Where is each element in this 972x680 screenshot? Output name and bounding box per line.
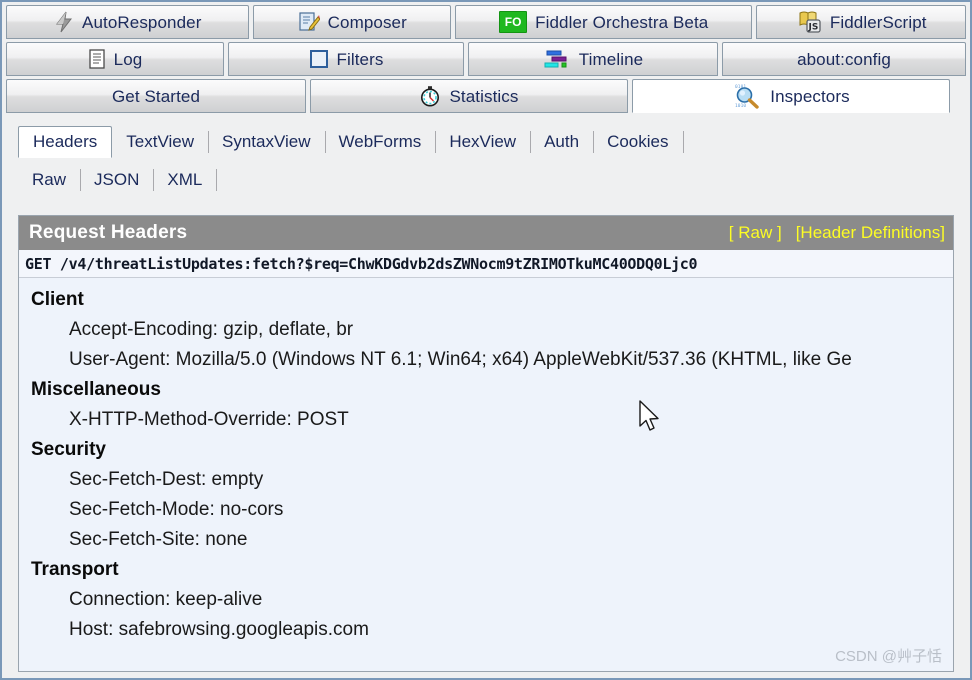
subtab-label: Headers	[33, 132, 98, 151]
header-item: Connection: keep-alive	[69, 589, 263, 610]
log-document-icon	[88, 48, 106, 70]
header-item: Host: safebrowsing.googleapis.com	[69, 619, 369, 640]
headers-actions: [ Raw ] [Header Definitions]	[729, 223, 945, 243]
header-item: User-Agent: Mozilla/5.0 (Windows NT 6.1;…	[69, 349, 852, 370]
header-group-title: Transport	[31, 559, 119, 580]
tab-autoresponder[interactable]: AutoResponder	[6, 5, 250, 39]
subtab-label: HexView	[449, 132, 517, 151]
subtab-label: Cookies	[607, 132, 669, 151]
header-item: X-HTTP-Method-Override: POST	[69, 409, 349, 430]
timeline-bars-icon	[543, 48, 571, 70]
tab-label: Composer	[327, 12, 407, 32]
tab-label: Statistics	[449, 86, 519, 106]
subtab-label: SyntaxView	[221, 132, 311, 151]
tab-label: about:config	[797, 49, 891, 69]
tab-label: Timeline	[578, 49, 644, 69]
main-tab-row-1: AutoResponder Composer FO Fiddler Orches…	[6, 5, 966, 39]
header-item: Sec-Fetch-Dest: empty	[69, 469, 264, 490]
headers-list[interactable]: Client Accept-Encoding: gzip, deflate, b…	[19, 279, 953, 671]
subtab-label: TextView	[126, 132, 194, 151]
subtab-trailing-separator	[682, 127, 697, 157]
main-tab-row-3: Get Started Statistics 0101 1010 Inspect…	[6, 79, 966, 113]
header-item: Sec-Fetch-Mode: no-cors	[69, 499, 284, 520]
tab-label: Fiddler Orchestra Beta	[535, 12, 709, 32]
subtab-trailing-separator	[216, 165, 230, 195]
raw-link[interactable]: [ Raw ]	[729, 223, 782, 243]
header-definitions-link[interactable]: [Header Definitions]	[796, 223, 945, 243]
tab-label: Inspectors	[770, 86, 850, 106]
filters-square-icon	[309, 49, 329, 69]
subtab-syntaxview[interactable]: SyntaxView	[207, 127, 325, 157]
main-tab-row-2: Log Filters Timeline about:config	[6, 42, 966, 76]
tab-fiddlerscript[interactable]: JS FiddlerScript	[756, 5, 966, 39]
tab-get-started[interactable]: Get Started	[6, 79, 306, 113]
header-group-title: Miscellaneous	[31, 379, 161, 400]
tab-label: Filters	[336, 49, 384, 69]
tab-log[interactable]: Log	[6, 42, 224, 76]
request-line[interactable]: GET /v4/threatListUpdates:fetch?$req=Chw…	[19, 250, 953, 278]
request-headers-viewer: Request Headers [ Raw ] [Header Definiti…	[18, 215, 954, 672]
svg-text:JS: JS	[807, 23, 818, 33]
tab-label: AutoResponder	[82, 12, 202, 32]
subtab-auth[interactable]: Auth	[530, 127, 593, 157]
inspector-subtab-row-2: Raw JSON XML	[2, 161, 970, 199]
stopwatch-icon	[419, 85, 441, 107]
csdn-watermark: CSDN @艸子恬	[835, 648, 942, 665]
subtab-label: JSON	[94, 170, 140, 189]
script-js-icon: JS	[796, 10, 822, 34]
tab-composer[interactable]: Composer	[253, 5, 452, 39]
header-group-title: Security	[31, 439, 106, 460]
tab-timeline[interactable]: Timeline	[468, 42, 718, 76]
header-item: Sec-Fetch-Site: none	[69, 529, 248, 550]
subtab-webforms[interactable]: WebForms	[324, 127, 436, 157]
subtab-label: WebForms	[338, 132, 422, 151]
magnifier-inspect-icon: 0101 1010	[732, 83, 762, 109]
inspector-subtab-row-1: Headers TextView SyntaxView WebForms Hex…	[2, 123, 970, 161]
subtab-textview[interactable]: TextView	[112, 127, 208, 157]
header-group-title: Client	[31, 289, 84, 310]
lightning-icon	[54, 11, 74, 33]
tab-inspectors[interactable]: 0101 1010 Inspectors	[632, 79, 950, 113]
subtab-hexview[interactable]: HexView	[435, 127, 530, 157]
tab-filters[interactable]: Filters	[228, 42, 464, 76]
subtab-label: Raw	[32, 170, 67, 189]
tab-statistics[interactable]: Statistics	[310, 79, 628, 113]
subtab-headers[interactable]: Headers	[18, 126, 113, 158]
subtab-raw[interactable]: Raw	[18, 165, 80, 195]
tab-label: Log	[113, 49, 143, 69]
subtab-label: XML	[167, 170, 203, 189]
right-edge-strip	[964, 123, 970, 678]
main-tab-strip: AutoResponder Composer FO Fiddler Orches…	[2, 2, 970, 113]
request-headers-titlebar: Request Headers [ Raw ] [Header Definiti…	[19, 216, 953, 250]
header-item: Accept-Encoding: gzip, deflate, br	[69, 319, 354, 340]
svg-text:1010: 1010	[735, 103, 746, 109]
subtab-label: Auth	[544, 132, 580, 151]
subtab-xml[interactable]: XML	[153, 165, 216, 195]
subtab-cookies[interactable]: Cookies	[593, 127, 682, 157]
tab-label: Get Started	[111, 86, 201, 106]
composer-pencil-icon	[298, 11, 321, 33]
fiddler-window: AutoResponder Composer FO Fiddler Orches…	[0, 0, 972, 680]
fiddler-orchestra-icon: FO	[499, 11, 528, 33]
subtab-json[interactable]: JSON	[80, 165, 153, 195]
tab-label: FiddlerScript	[829, 12, 927, 32]
tab-about-config[interactable]: about:config	[722, 42, 966, 76]
page-title: Request Headers	[29, 222, 188, 243]
tab-fiddler-orchestra-beta[interactable]: FO Fiddler Orchestra Beta	[455, 5, 753, 39]
